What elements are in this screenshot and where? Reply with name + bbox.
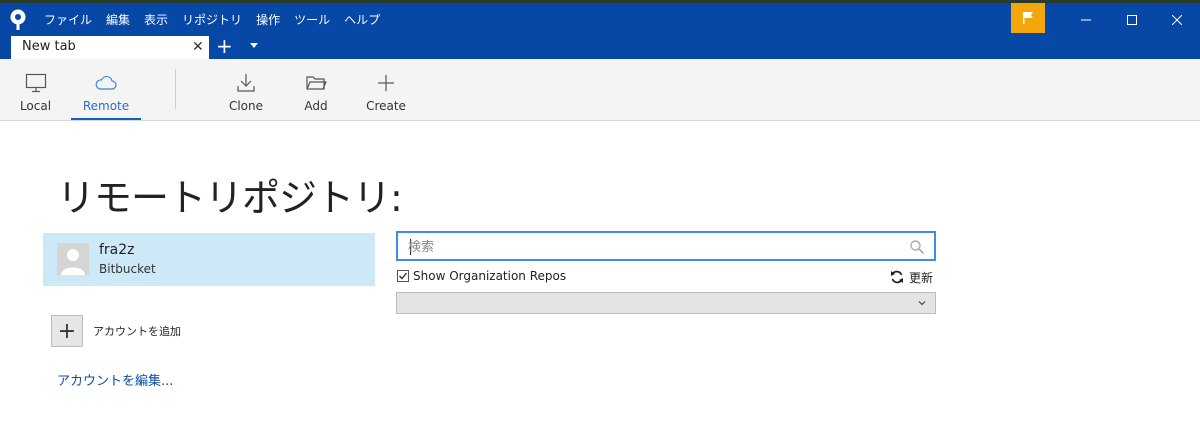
minimize-button[interactable] bbox=[1063, 3, 1109, 36]
flag-button[interactable] bbox=[1011, 3, 1045, 33]
page-title: リモートリポジトリ: bbox=[57, 176, 403, 220]
maximize-button[interactable] bbox=[1109, 3, 1155, 36]
active-tab-indicator bbox=[71, 118, 141, 120]
account-service: Bitbucket bbox=[99, 262, 156, 276]
create-label: Create bbox=[366, 99, 406, 113]
add-button[interactable]: Add bbox=[286, 59, 346, 120]
add-label: Add bbox=[304, 99, 328, 113]
flag-icon bbox=[1023, 12, 1033, 24]
tab-bar: New tab ✕ + bbox=[0, 35, 1200, 59]
new-tab-button[interactable]: + bbox=[216, 35, 233, 58]
avatar bbox=[57, 243, 89, 275]
edit-accounts-link[interactable]: アカウントを編集... bbox=[57, 370, 173, 389]
refresh-icon[interactable] bbox=[890, 270, 904, 284]
account-list-item[interactable]: fra2z Bitbucket bbox=[43, 233, 375, 286]
menu-help[interactable]: ヘルプ bbox=[344, 11, 380, 28]
repo-filter-dropdown[interactable] bbox=[396, 292, 936, 314]
cloud-icon bbox=[95, 75, 117, 90]
monitor-icon bbox=[25, 73, 46, 93]
minimize-icon bbox=[1081, 19, 1091, 20]
local-label: Local bbox=[19, 99, 52, 113]
checkmark-icon bbox=[399, 272, 408, 280]
menu-repository[interactable]: リポジトリ bbox=[182, 11, 242, 28]
close-window-button[interactable] bbox=[1154, 3, 1200, 36]
refresh-label[interactable]: 更新 bbox=[909, 269, 933, 286]
chevron-down-icon bbox=[918, 301, 926, 306]
search-input[interactable] bbox=[408, 237, 898, 257]
download-icon bbox=[237, 74, 255, 92]
title-bar: ファイル 編集 表示 リポジトリ 操作 ツール ヘルプ bbox=[0, 3, 1200, 36]
menu-edit[interactable]: 編集 bbox=[106, 11, 130, 28]
menu-bar: ファイル 編集 表示 リポジトリ 操作 ツール ヘルプ bbox=[44, 3, 394, 36]
show-org-repos-label[interactable]: Show Organization Repos bbox=[413, 269, 566, 283]
user-icon bbox=[57, 243, 89, 275]
sourcetree-logo-icon bbox=[10, 9, 26, 30]
close-icon bbox=[1172, 14, 1182, 25]
tab-list-dropdown-icon[interactable] bbox=[250, 43, 258, 48]
local-button[interactable]: Local bbox=[0, 59, 71, 120]
folder-icon bbox=[306, 76, 327, 90]
menu-actions[interactable]: 操作 bbox=[256, 11, 280, 28]
add-account-button[interactable]: + bbox=[51, 315, 83, 347]
tab-new-tab[interactable]: New tab ✕ bbox=[11, 36, 209, 59]
toolbar: Local Remote Clone Add Create bbox=[0, 59, 1200, 121]
create-button[interactable]: Create bbox=[356, 59, 416, 120]
menu-tools[interactable]: ツール bbox=[294, 11, 330, 28]
menu-view[interactable]: 表示 bbox=[144, 11, 168, 28]
tab-close-icon[interactable]: ✕ bbox=[192, 39, 204, 55]
remote-label: Remote bbox=[82, 99, 130, 113]
maximize-icon bbox=[1127, 14, 1137, 25]
account-name: fra2z bbox=[99, 242, 135, 258]
clone-label: Clone bbox=[228, 99, 264, 113]
clone-button[interactable]: Clone bbox=[216, 59, 276, 120]
tab-label: New tab bbox=[22, 39, 76, 54]
menu-file[interactable]: ファイル bbox=[44, 11, 92, 28]
toolbar-separator bbox=[175, 69, 176, 109]
add-account-label[interactable]: アカウントを追加 bbox=[93, 323, 181, 339]
plus-icon bbox=[378, 75, 394, 91]
show-org-repos-checkbox[interactable] bbox=[397, 270, 409, 282]
remote-button[interactable]: Remote bbox=[71, 59, 141, 120]
search-icon bbox=[910, 240, 925, 255]
search-box[interactable] bbox=[396, 231, 936, 261]
